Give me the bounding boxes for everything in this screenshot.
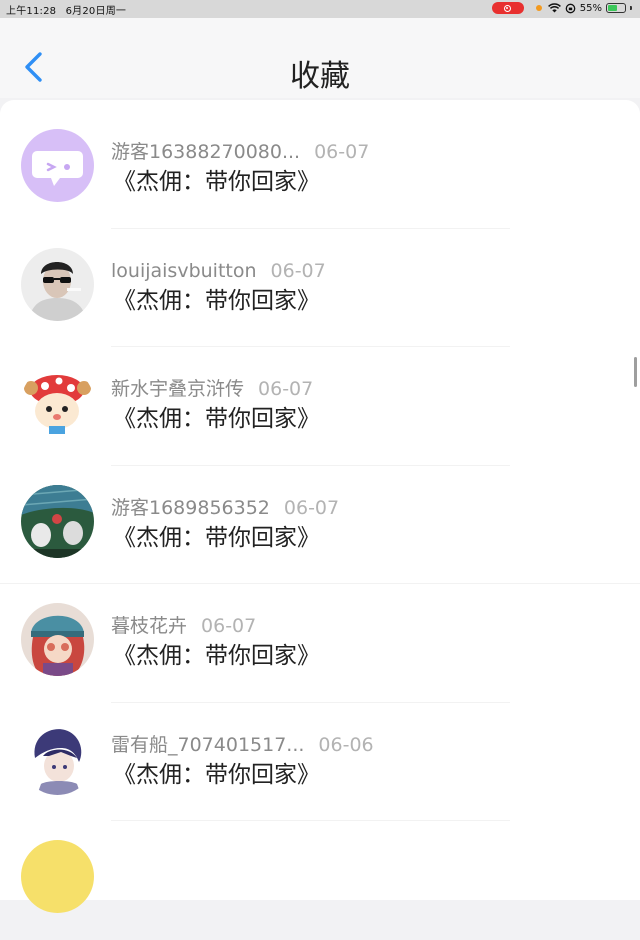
status-time: 上午11:28 [6, 6, 57, 17]
status-bar: 上午11:28 6月20日周一 55% [0, 0, 640, 18]
item-meta: 雷有船_707401517... 06-06 [111, 734, 374, 756]
page-title: 收藏 [290, 59, 350, 94]
item-meta: 暮枝花卉 06-07 [111, 615, 256, 637]
user-name[interactable]: louijaisvbuitton [111, 260, 257, 282]
user-name[interactable]: 游客1689856352 [111, 497, 270, 519]
status-icons: 55% [491, 2, 632, 14]
item-meta: 新水宇叠京浒传 06-07 [111, 378, 313, 400]
favorites-list: 游客16388270080... 06-07 《杰佣：带你回家》 louijais… [0, 110, 640, 940]
wifi-icon [547, 3, 561, 13]
status-date: 6月20日周一 [65, 6, 127, 17]
avatar[interactable] [21, 129, 94, 202]
avatar[interactable] [21, 484, 94, 558]
scrollbar[interactable] [634, 357, 637, 387]
list-item[interactable]: 新水宇叠京浒传 06-07 《杰佣：带你回家》 [0, 347, 640, 466]
item-date: 06-07 [270, 259, 326, 282]
item-date: 06-07 [283, 496, 340, 519]
navigation-header: 收藏 [0, 18, 640, 98]
list-item[interactable] [0, 821, 640, 940]
mic-indicator-icon [535, 5, 542, 11]
item-title[interactable]: 《杰佣：带你回家》 [113, 405, 320, 433]
avatar[interactable] [21, 840, 94, 913]
item-title[interactable]: 《杰佣：带你回家》 [113, 761, 320, 789]
avatar[interactable] [21, 721, 94, 795]
battery-cap [630, 6, 632, 10]
battery-icon [606, 3, 626, 13]
item-title[interactable]: 《杰佣：带你回家》 [113, 168, 320, 196]
item-meta: louijaisvbuitton 06-07 [111, 260, 326, 282]
item-date: 06-07 [314, 141, 370, 163]
user-name[interactable]: 游客16388270080... [111, 141, 300, 163]
user-name[interactable]: 暮枝花卉 [111, 615, 187, 637]
user-name[interactable]: 雷有船_707401517... [111, 734, 304, 756]
user-name[interactable]: 新水宇叠京浒传 [111, 378, 244, 400]
list-item[interactable]: 暮枝花卉 06-07 《杰佣：带你回家》 [0, 584, 640, 703]
orientation-lock-icon [565, 3, 576, 13]
list-item[interactable]: 游客16388270080... 06-07 《杰佣：带你回家》 [0, 110, 640, 229]
item-date: 06-07 [201, 615, 257, 637]
item-date: 06-07 [258, 378, 314, 400]
item-title[interactable]: 《杰佣：带你回家》 [113, 642, 320, 670]
item-title[interactable]: 《杰佣：带你回家》 [113, 524, 320, 552]
list-item[interactable]: louijaisvbuitton 06-07 《杰佣：带你回家》 [0, 229, 640, 347]
battery-percent: 55% [579, 2, 602, 14]
item-meta: 游客1689856352 06-07 [111, 497, 339, 519]
avatar[interactable] [21, 247, 94, 321]
avatar[interactable] [21, 366, 94, 439]
item-meta: 游客16388270080... 06-07 [111, 141, 369, 163]
status-time-date: 上午11:28 6月20日周一 [6, 2, 126, 17]
screen-record-icon [491, 2, 524, 14]
item-title[interactable]: 《杰佣：带你回家》 [113, 287, 320, 315]
item-date: 06-06 [318, 733, 374, 756]
list-item[interactable]: 游客1689856352 06-07 《杰佣：带你回家》 [0, 466, 640, 584]
list-item[interactable]: 雷有船_707401517... 06-06 《杰佣：带你回家》 [0, 703, 640, 821]
avatar[interactable] [21, 603, 94, 676]
